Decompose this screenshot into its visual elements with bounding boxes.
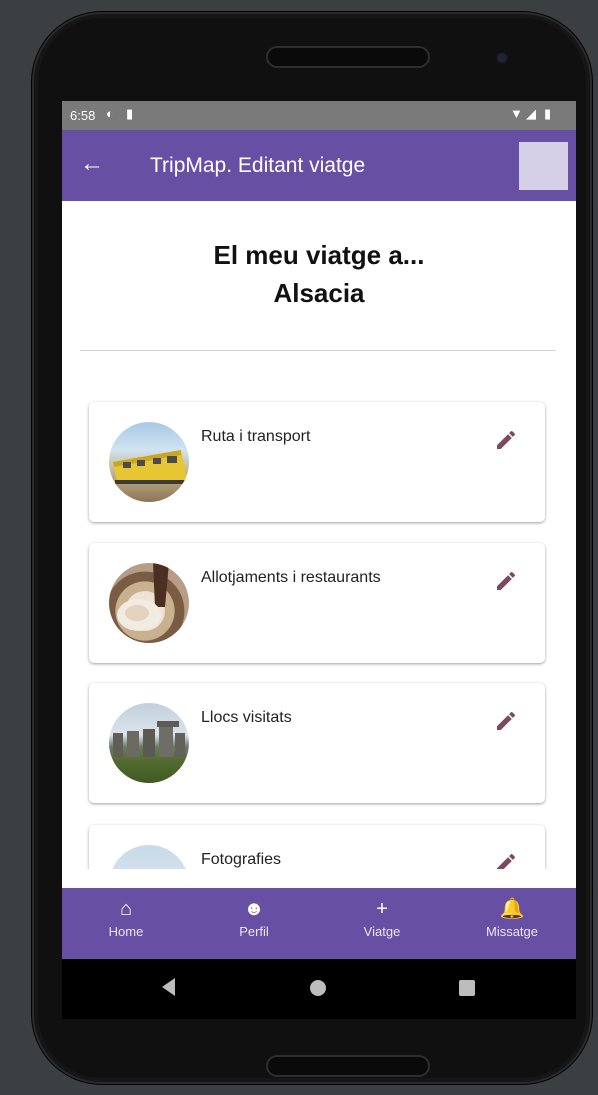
section-label: Ruta i transport bbox=[201, 428, 311, 445]
speaker-bottom bbox=[266, 1055, 430, 1077]
system-home-icon[interactable] bbox=[310, 980, 326, 996]
nav-label: Missatge bbox=[485, 924, 539, 939]
nav-label: Viatge bbox=[363, 924, 401, 939]
section-label: Allotjaments i restaurants bbox=[201, 569, 381, 586]
speaker-top bbox=[266, 46, 430, 68]
pencil-icon[interactable] bbox=[494, 428, 518, 452]
scroll-content[interactable]: El meu viatge a... Alsacia Ruta i transp… bbox=[62, 101, 576, 869]
nav-label: Home bbox=[108, 924, 144, 939]
section-label: Fotografies bbox=[201, 851, 282, 868]
food-photo bbox=[109, 563, 189, 643]
system-navigation-bar bbox=[62, 959, 576, 1019]
nav-item-home[interactable]: ⌂ Home bbox=[62, 896, 190, 939]
section-label: Llocs visitats bbox=[201, 709, 292, 726]
stonehenge-photo bbox=[109, 703, 189, 783]
system-recents-icon[interactable] bbox=[459, 980, 475, 996]
system-back-icon[interactable] bbox=[162, 978, 175, 996]
pencil-icon[interactable] bbox=[494, 709, 518, 733]
pencil-icon[interactable] bbox=[494, 569, 518, 593]
nav-item-viatge[interactable]: + Viatge bbox=[318, 896, 446, 939]
train-photo bbox=[109, 422, 189, 502]
section-card-route[interactable]: Ruta i transport bbox=[89, 402, 545, 522]
bell-icon: 🔔 bbox=[499, 898, 525, 920]
section-card-photos[interactable]: Fotografies bbox=[89, 825, 545, 869]
face-icon: ☻ bbox=[243, 898, 265, 920]
trip-heading-destination: Alsacia bbox=[273, 278, 365, 308]
app-screen: 6:58 ◐ ▮ ▼ ◢ ▮ ← TripMap. Editant viatge… bbox=[62, 101, 576, 1019]
section-card-places[interactable]: Llocs visitats bbox=[89, 683, 545, 803]
front-camera bbox=[498, 54, 506, 62]
bottom-navigation: ⌂ Home ☻ Perfil + Viatge 🔔 Missatge bbox=[62, 888, 576, 959]
pencil-icon[interactable] bbox=[494, 851, 518, 869]
section-card-accommodation[interactable]: Allotjaments i restaurants bbox=[89, 543, 545, 663]
divider bbox=[80, 350, 556, 351]
sky-photo bbox=[109, 845, 189, 869]
nav-item-missatge[interactable]: 🔔 Missatge bbox=[448, 896, 576, 939]
nav-label: Perfil bbox=[239, 924, 269, 939]
trip-heading: El meu viatge a... Alsacia bbox=[62, 236, 576, 312]
plus-icon: + bbox=[376, 898, 388, 920]
home-icon: ⌂ bbox=[119, 898, 133, 920]
trip-heading-line1: El meu viatge a... bbox=[213, 240, 425, 270]
nav-item-perfil[interactable]: ☻ Perfil bbox=[190, 896, 318, 939]
